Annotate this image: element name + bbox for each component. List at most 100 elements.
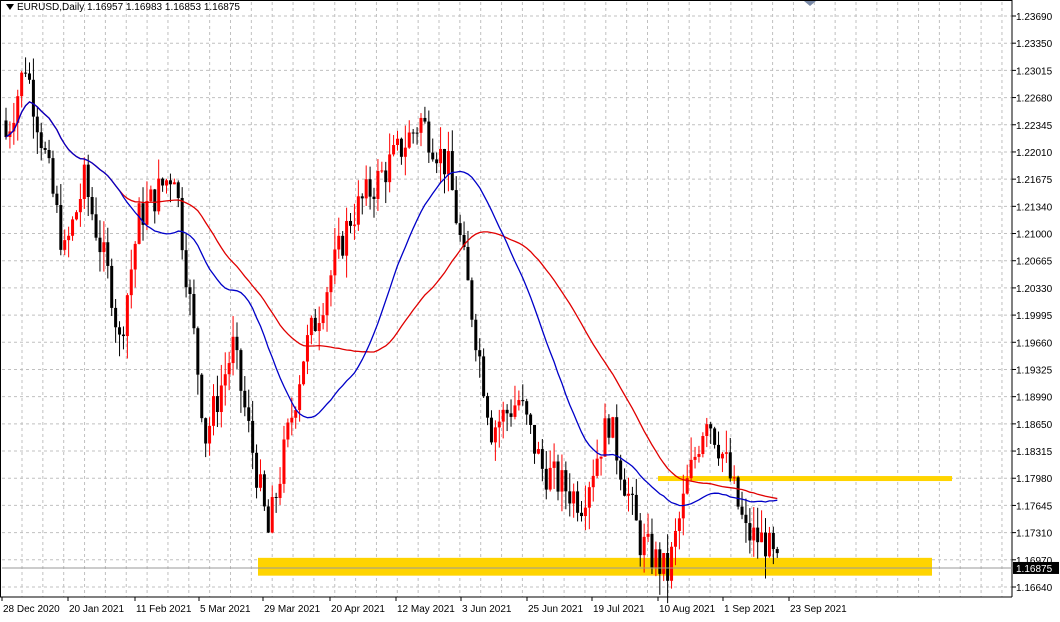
y-tick-label: 1.21675 [1016, 175, 1053, 186]
y-tick-label: 1.22680 [1016, 94, 1053, 105]
candle-body [670, 546, 674, 581]
candle-body [450, 151, 454, 191]
candle-body [286, 422, 290, 440]
candle-body [654, 549, 658, 568]
candle-body [298, 384, 302, 411]
axes [0, 0, 1013, 598]
candle-body [626, 493, 630, 496]
candle-body [634, 494, 638, 521]
candle-body [235, 336, 239, 351]
candle-body [305, 335, 309, 362]
candle-body [188, 287, 192, 295]
candle-body [380, 170, 384, 172]
candle-body [560, 470, 564, 492]
candlestick-chart[interactable]: 1.23690 1.23350 1.23015 1.22680 1.22345 1.220… [0, 0, 1060, 617]
y-tick-label: 1.22345 [1016, 121, 1053, 132]
candle-body [544, 468, 548, 490]
candle-body [724, 452, 728, 454]
candle-body [262, 474, 266, 507]
candle-body [486, 396, 490, 418]
candle-body [145, 201, 149, 225]
candle-body [595, 458, 599, 476]
current-price-label: 1.16875 [1016, 564, 1053, 575]
candle-body [372, 196, 376, 199]
candle-body [309, 317, 313, 336]
candle-body [239, 350, 243, 391]
x-tick-label: 1 Sep 2021 [724, 604, 776, 615]
candle-body [564, 470, 568, 492]
candle-body [345, 220, 349, 256]
candle-body [689, 459, 693, 479]
y-tick-label: 1.19660 [1016, 338, 1053, 349]
candle-body [478, 350, 482, 357]
candle-body [157, 178, 161, 212]
candle-body [388, 154, 392, 183]
y-tick-label: 1.23350 [1016, 39, 1053, 50]
candle-body [415, 132, 419, 134]
candle-body [47, 149, 51, 159]
support-zone [258, 557, 932, 576]
candle-body [121, 334, 125, 337]
candle-body [728, 452, 732, 479]
candle-body [51, 158, 55, 194]
candle-body [59, 205, 63, 250]
candle-body [536, 449, 540, 454]
candle-body [756, 527, 760, 543]
candle-body [509, 413, 513, 417]
candle-body [118, 327, 122, 335]
candle-body [313, 317, 317, 332]
candle-body [439, 148, 443, 164]
candle-body [333, 249, 337, 276]
candle-body [501, 409, 505, 422]
dropdown-triangle-icon [6, 4, 14, 11]
candle-body [98, 237, 102, 253]
y-axis-ticks: 1.23690 1.23350 1.23015 1.22680 1.22345 1.220… [1012, 12, 1053, 594]
candle-body [290, 417, 294, 423]
candles [4, 57, 779, 604]
candle-body [282, 439, 286, 484]
candle-body [403, 147, 407, 157]
y-tick-label: 1.17645 [1016, 501, 1053, 512]
y-tick-label: 1.18315 [1016, 447, 1053, 458]
candle-body [623, 479, 627, 496]
x-tick-label: 19 Jul 2021 [593, 604, 645, 615]
candle-body [693, 456, 697, 460]
candle-body [184, 250, 188, 288]
candle-body [771, 532, 775, 550]
candle-body [454, 190, 458, 224]
candle-body [513, 405, 517, 417]
candle-body [161, 178, 165, 186]
x-tick-label: 20 Apr 2021 [331, 604, 385, 615]
chart-container: 1.23690 1.23350 1.23015 1.22680 1.22345 1.220… [0, 0, 1060, 617]
candle-body [360, 196, 364, 199]
candle-body [200, 374, 204, 419]
candle-body [24, 72, 28, 74]
x-tick-label: 10 Aug 2021 [659, 604, 716, 615]
candle-body [176, 182, 180, 198]
candle-body [764, 532, 768, 557]
low-value: 1.16853 [164, 2, 202, 13]
close-value: 1.16875 [203, 2, 240, 13]
candle-body [215, 396, 219, 413]
candle-body [133, 243, 137, 270]
candle-body [270, 496, 274, 533]
candle-body [697, 454, 701, 457]
y-tick-label: 1.21340 [1016, 202, 1053, 213]
candle-body [86, 164, 90, 197]
candle-body [446, 151, 450, 175]
candle-body [165, 180, 169, 186]
candle-body [102, 242, 106, 253]
candle-body [399, 138, 403, 157]
candle-body [615, 417, 619, 461]
candle-body [720, 453, 724, 459]
candle-body [482, 356, 486, 397]
candle-body [709, 424, 713, 429]
candle-body [568, 491, 572, 504]
x-tick-label: 12 May 2021 [397, 604, 455, 615]
candle-body [396, 138, 399, 146]
candle-body [172, 182, 176, 185]
candle-body [767, 532, 771, 557]
candle-body [67, 235, 71, 241]
candle-body [317, 323, 321, 332]
candle-body [736, 477, 740, 507]
